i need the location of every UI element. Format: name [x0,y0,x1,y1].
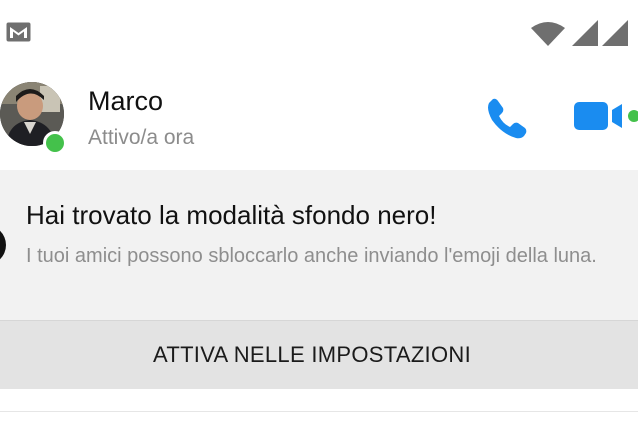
contact-status: Attivo/a ora [88,126,195,149]
moon-icon [0,230,6,260]
video-camera-icon[interactable] [574,96,638,136]
contact-name[interactable]: Marco [88,86,163,117]
divider [0,411,638,412]
gmail-icon [6,22,31,42]
signal-icon [602,20,628,46]
phone-icon[interactable] [484,94,530,140]
promo-title: Hai trovato la modalità sfondo nero! [26,200,437,230]
enable-in-settings-button[interactable]: ATTIVA NELLE IMPOSTAZIONI [0,320,638,389]
promo-description: I tuoi amici possono sbloccarlo anche in… [26,245,597,267]
online-status-dot [43,131,67,155]
status-bar [0,0,638,62]
wifi-icon [531,22,565,46]
signal-icon [572,20,598,46]
conversation-header: Marco Attivo/a ora [0,62,638,168]
dark-mode-promo-card: Hai trovato la modalità sfondo nero! I t… [0,170,638,320]
messenger-screen: Marco Attivo/a ora Hai trovato la modali… [0,0,638,425]
enable-in-settings-label: ATTIVA NELLE IMPOSTAZIONI [152,342,471,367]
